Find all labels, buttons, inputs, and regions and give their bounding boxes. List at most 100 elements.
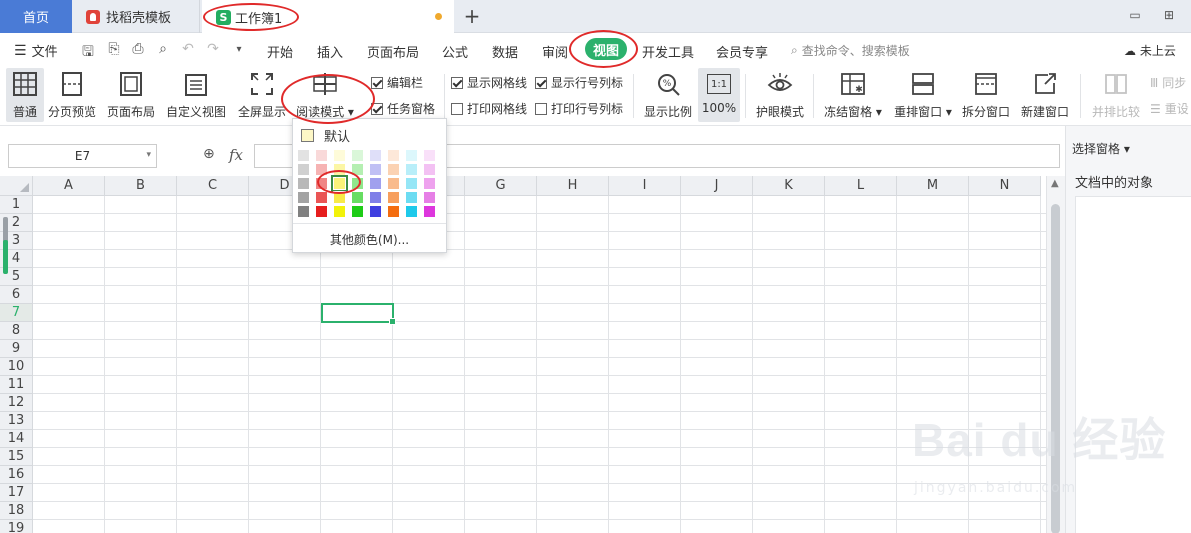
reading-mode-button[interactable]: 阅读模式 ▾ — [294, 68, 356, 122]
menu-data[interactable]: 数据 — [492, 42, 518, 61]
color-swatch[interactable] — [387, 163, 400, 176]
color-swatch[interactable] — [315, 191, 328, 204]
menu-review[interactable]: 审阅 — [542, 42, 568, 61]
new-window-button[interactable]: 新建窗口 — [1019, 68, 1071, 122]
select-all-corner[interactable] — [0, 176, 33, 196]
selection-pane-title[interactable]: 选择窗格 ▾ — [1072, 140, 1130, 157]
color-swatch[interactable] — [333, 205, 346, 218]
window-layout-icon[interactable]: ▭ — [1126, 7, 1144, 23]
menu-member[interactable]: 会员专享 — [716, 42, 768, 61]
row-header[interactable]: 8 — [0, 322, 33, 340]
export-pdf-icon[interactable]: ⎘ — [105, 41, 123, 57]
color-swatch[interactable] — [405, 191, 418, 204]
redo-icon[interactable]: ↷ — [204, 41, 222, 57]
color-swatch[interactable] — [297, 163, 310, 176]
color-swatch[interactable] — [387, 205, 400, 218]
full-screen-button[interactable]: 全屏显示 — [236, 68, 288, 122]
tab-home[interactable]: 首页 — [0, 0, 72, 33]
menu-home[interactable]: 开始 — [267, 42, 293, 61]
color-swatch[interactable] — [315, 205, 328, 218]
menu-view[interactable]: 视图 — [585, 38, 627, 60]
color-swatch[interactable] — [423, 149, 436, 162]
color-swatch[interactable] — [331, 175, 348, 192]
column-header[interactable]: N — [969, 176, 1041, 196]
color-swatch[interactable] — [297, 191, 310, 204]
command-search[interactable]: ⌕ 查找命令、搜索模板 — [791, 42, 910, 59]
menu-page-layout[interactable]: 页面布局 — [367, 42, 419, 61]
scroll-up-icon[interactable]: ▲ — [1051, 178, 1059, 189]
row-header[interactable]: 19 — [0, 520, 33, 533]
undo-icon[interactable]: ↶ — [179, 41, 197, 57]
sync-scroll-button[interactable]: Ⅲ 同步 — [1150, 74, 1186, 91]
print-icon[interactable]: ⎙ — [129, 41, 147, 57]
color-swatch[interactable] — [333, 191, 346, 204]
column-header[interactable]: A — [33, 176, 105, 196]
spreadsheet-grid[interactable]: ABCDEFGHIJKLMN12345678910111213141516171… — [0, 176, 1046, 533]
column-header[interactable]: K — [753, 176, 825, 196]
column-header[interactable]: L — [825, 176, 897, 196]
tab-template[interactable]: 找稻壳模板 — [72, 0, 200, 33]
show-headers-toggle[interactable]: 显示行号列标 — [535, 74, 623, 91]
color-swatch[interactable] — [351, 163, 364, 176]
row-header[interactable]: 7 — [0, 304, 33, 322]
file-menu[interactable]: ☰ 文件 — [14, 41, 58, 61]
color-swatch[interactable] — [387, 149, 400, 162]
row-header[interactable]: 9 — [0, 340, 33, 358]
row-header[interactable]: 10 — [0, 358, 33, 376]
color-swatch[interactable] — [423, 191, 436, 204]
color-swatch[interactable] — [351, 191, 364, 204]
page-layout-view-button[interactable]: 页面布局 — [105, 68, 157, 122]
color-swatch[interactable] — [315, 149, 328, 162]
print-headers-toggle[interactable]: 打印行号列标 — [535, 100, 623, 117]
column-header[interactable]: J — [681, 176, 753, 196]
name-box[interactable]: E7 ▾ — [8, 144, 157, 168]
color-swatch[interactable] — [405, 163, 418, 176]
row-header[interactable]: 1 — [0, 196, 33, 214]
freeze-panes-button[interactable]: ✱ 冻结窗格 ▾ — [823, 68, 883, 122]
print-gridlines-toggle[interactable]: 打印网格线 — [451, 100, 527, 117]
default-color-option[interactable]: 默认 — [301, 126, 350, 145]
row-header[interactable]: 6 — [0, 286, 33, 304]
cloud-status[interactable]: ☁ 未上云 — [1124, 42, 1176, 59]
color-swatch[interactable] — [423, 163, 436, 176]
row-header[interactable]: 18 — [0, 502, 33, 520]
color-swatch[interactable] — [315, 177, 328, 190]
column-header[interactable]: C — [177, 176, 249, 196]
split-window-button[interactable]: 拆分窗口 — [960, 68, 1012, 122]
color-swatch[interactable] — [369, 177, 382, 190]
fx-icon[interactable]: fx — [229, 146, 243, 164]
color-swatch[interactable] — [387, 191, 400, 204]
color-swatch[interactable] — [351, 177, 364, 190]
column-header[interactable]: I — [609, 176, 681, 196]
new-tab-button[interactable]: + — [460, 4, 484, 28]
column-header[interactable]: H — [537, 176, 609, 196]
selected-cell[interactable] — [321, 303, 396, 325]
zoom-100-button[interactable]: 1:1 100% — [698, 68, 740, 122]
column-header[interactable]: G — [465, 176, 537, 196]
print-preview-icon[interactable]: ⌕ — [154, 41, 172, 57]
color-swatch[interactable] — [405, 205, 418, 218]
menu-formulas[interactable]: 公式 — [442, 42, 468, 61]
apps-grid-icon[interactable]: ⊞ — [1160, 7, 1178, 23]
formula-bar-toggle[interactable]: 编辑栏 — [371, 74, 423, 91]
color-swatch[interactable] — [297, 205, 310, 218]
custom-view-button[interactable]: 自定义视图 — [165, 68, 227, 122]
menu-insert[interactable]: 插入 — [317, 42, 343, 61]
color-swatch[interactable] — [369, 205, 382, 218]
color-swatch[interactable] — [351, 205, 364, 218]
normal-view-button[interactable]: 普通 — [6, 68, 44, 122]
more-colors-option[interactable]: 其他颜色(M)... — [293, 231, 446, 248]
chevron-down-icon[interactable]: ▾ — [230, 44, 248, 55]
side-by-side-button[interactable]: 并排比较 — [1090, 68, 1142, 122]
color-swatch[interactable] — [333, 149, 346, 162]
row-header[interactable]: 13 — [0, 412, 33, 430]
row-header[interactable]: 17 — [0, 484, 33, 502]
color-swatch[interactable] — [333, 163, 346, 176]
color-swatch[interactable] — [369, 191, 382, 204]
color-swatch[interactable] — [387, 177, 400, 190]
zoom-formula-icon[interactable]: ⊕ — [203, 146, 215, 162]
menu-developer[interactable]: 开发工具 — [642, 42, 694, 61]
color-swatch[interactable] — [369, 149, 382, 162]
row-header[interactable]: 14 — [0, 430, 33, 448]
zoom-button[interactable]: % 显示比例 — [642, 68, 694, 122]
